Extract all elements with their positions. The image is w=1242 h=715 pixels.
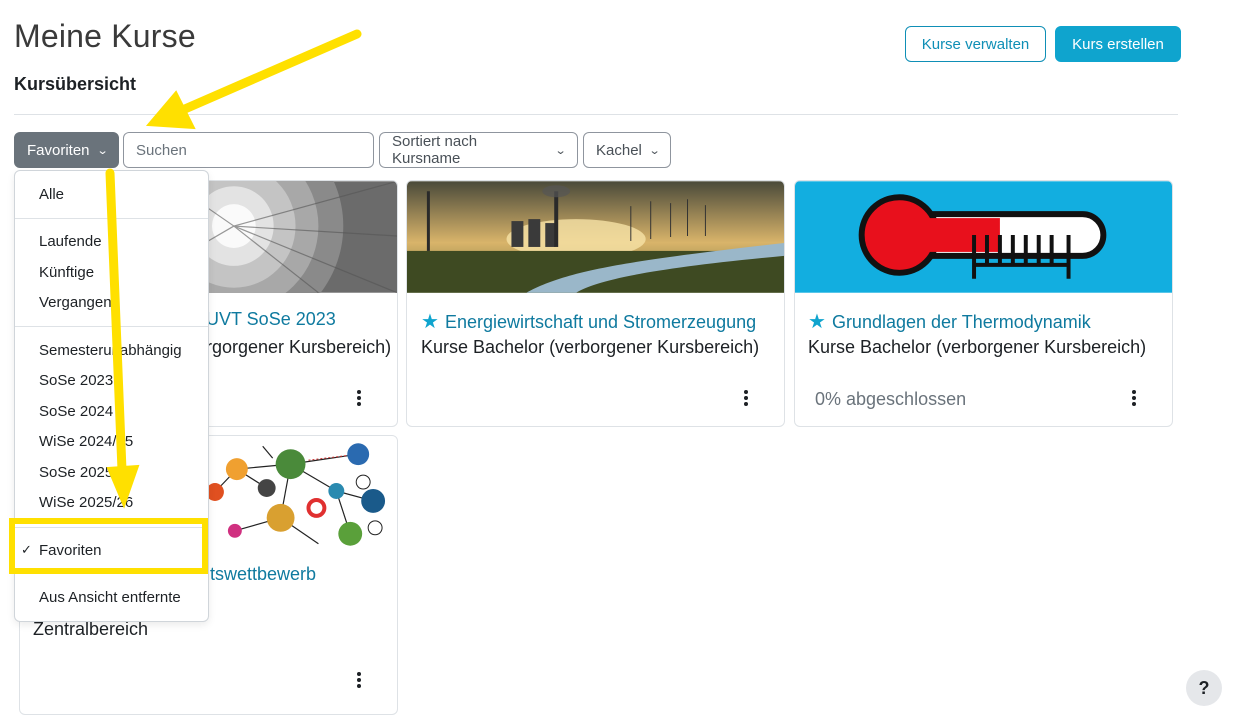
course-category: Kurse Bachelor (verborgener Kursbereich) [808, 337, 1147, 357]
more-options-icon[interactable] [357, 390, 361, 408]
grouping-label: Favoriten [27, 141, 90, 159]
dropdown-divider [15, 527, 208, 528]
progress-text: 0% abgeschlossen [815, 389, 967, 409]
course-title-link[interactable]: UVT SoSe 2023 [206, 309, 336, 330]
dropdown-item-past[interactable]: Vergangene [39, 294, 120, 311]
course-title-link[interactable]: ★ Energiewirtschaft und Stromerzeugung [421, 309, 756, 334]
sort-label: Sortiert nach Kursname [392, 133, 478, 167]
grouping-dropdown-menu: Alle Laufende Künftige Vergangene Semest… [14, 170, 209, 622]
dropdown-item-future[interactable]: Künftige [39, 264, 94, 281]
star-icon: ★ [808, 311, 826, 333]
dropdown-item-sose-2024[interactable]: SoSe 2024 [39, 403, 113, 420]
dropdown-divider [15, 573, 208, 574]
course-category: Zentralbereich [33, 619, 149, 639]
star-icon: ★ [421, 311, 439, 333]
more-options-icon[interactable] [744, 390, 748, 408]
chevron-down-icon: ⌄ [96, 144, 109, 157]
check-icon: ✓ [21, 542, 32, 557]
view-dropdown-button[interactable]: Kachel ⌄ [583, 132, 671, 168]
dropdown-item-inprogress[interactable]: Laufende [39, 233, 102, 250]
search-placeholder: Suchen [136, 141, 187, 159]
course-category: Kurse Bachelor (verborgener Kursbereich) [421, 337, 760, 357]
dropdown-item-favourites[interactable]: Favoriten [39, 542, 102, 559]
view-label: Kachel [596, 141, 642, 159]
course-title-link[interactable]: ★ Grundlagen der Thermodynamik [808, 309, 1091, 334]
arrow-head-icon [145, 90, 196, 130]
chevron-down-icon: ⌄ [648, 144, 661, 157]
page-title: Meine Kurse [14, 18, 196, 54]
course-image-thermometer[interactable] [795, 181, 1172, 293]
course-title-link[interactable]: itswettbewerb [206, 564, 316, 585]
more-options-icon[interactable] [357, 672, 361, 690]
help-button[interactable]: ? [1186, 670, 1222, 706]
dropdown-divider [15, 218, 208, 219]
grouping-dropdown-button[interactable]: Favoriten ⌄ [14, 132, 119, 168]
create-course-button[interactable]: Kurs erstellen [1055, 26, 1181, 62]
course-title: Energiewirtschaft und Stromerzeugung [444, 312, 757, 332]
sort-dropdown-button[interactable]: Sortiert nach Kursname ⌄ [379, 132, 578, 168]
search-input[interactable]: Suchen [123, 132, 374, 168]
course-image-powerplant[interactable] [407, 181, 784, 293]
course-card[interactable]: ★ Grundlagen der Thermodynamik Kurse Bach… [794, 180, 1173, 427]
dropdown-item-wise-2024-25[interactable]: WiSe 2024/25 [39, 433, 133, 450]
course-category: rgorgener Kursbereich) [206, 337, 392, 357]
divider [14, 114, 1178, 115]
dropdown-item-sose-2023[interactable]: SoSe 2023 [39, 372, 113, 389]
course-card[interactable]: ★ Energiewirtschaft und Stromerzeugung Ku… [406, 180, 785, 427]
dropdown-item-all[interactable]: Alle [39, 186, 64, 203]
manage-courses-button[interactable]: Kurse verwalten [905, 26, 1046, 62]
dropdown-item-wise-2025-26[interactable]: WiSe 2025/26 [39, 494, 133, 511]
dropdown-item-semester-independent[interactable]: Semesterunabhängig [39, 342, 182, 359]
dropdown-item-sose-2025[interactable]: SoSe 2025 [39, 464, 113, 481]
more-options-icon[interactable] [1132, 390, 1136, 408]
dropdown-item-hidden[interactable]: Aus Ansicht entfernte [39, 589, 181, 606]
section-title: Kursübersicht [14, 74, 137, 94]
dropdown-divider [15, 326, 208, 327]
chevron-down-icon: ⌄ [554, 144, 567, 157]
course-title: Grundlagen der Thermodynamik [831, 312, 1091, 332]
